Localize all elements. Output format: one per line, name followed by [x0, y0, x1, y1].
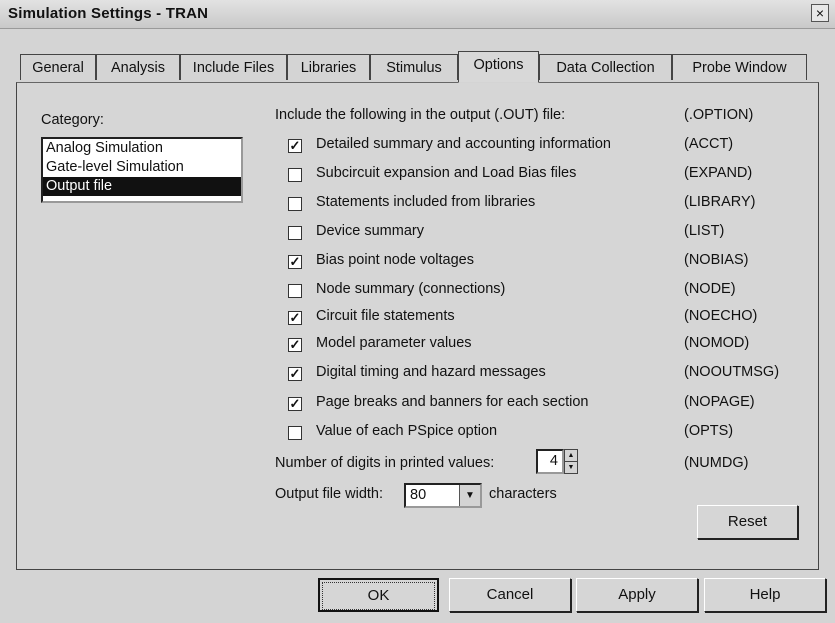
- tab-probe-window[interactable]: Probe Window: [672, 54, 807, 80]
- option-row-noecho: ✓ Circuit file statements (NOECHO): [288, 306, 808, 332]
- category-label: Category:: [41, 112, 104, 128]
- checkbox-nopage[interactable]: ✓: [288, 397, 302, 411]
- output-heading: Include the following in the output (.OU…: [275, 107, 566, 123]
- category-item-output-file[interactable]: Output file: [43, 177, 241, 196]
- option-code: (NOMOD): [684, 335, 750, 351]
- category-item-analog[interactable]: Analog Simulation: [43, 139, 241, 158]
- apply-button[interactable]: Apply: [576, 578, 698, 612]
- option-label: Bias point node voltages: [316, 252, 474, 268]
- tab-analysis[interactable]: Analysis: [96, 54, 180, 80]
- option-row-acct: ✓ Detailed summary and accounting inform…: [288, 134, 808, 160]
- ok-button[interactable]: OK: [318, 578, 439, 612]
- category-item-gate-level[interactable]: Gate-level Simulation: [43, 158, 241, 177]
- option-code: (LIBRARY): [684, 194, 756, 210]
- width-select[interactable]: 80 ▼: [404, 483, 482, 508]
- checkbox-nomod[interactable]: ✓: [288, 338, 302, 352]
- option-code: (OPTS): [684, 423, 734, 439]
- tab-stimulus[interactable]: Stimulus: [370, 54, 458, 80]
- option-code: (LIST): [684, 223, 725, 239]
- checkbox-acct[interactable]: ✓: [288, 139, 302, 153]
- tab-general[interactable]: General: [20, 54, 96, 80]
- spin-up-icon[interactable]: ▲: [565, 450, 577, 462]
- window-title: Simulation Settings - TRAN: [8, 5, 209, 22]
- width-suffix: characters: [489, 486, 557, 502]
- checkbox-library[interactable]: [288, 197, 302, 211]
- checkbox-list[interactable]: [288, 226, 302, 240]
- option-row-opts: Value of each PSpice option (OPTS): [288, 421, 808, 447]
- option-label: Detailed summary and accounting informat…: [316, 136, 611, 152]
- close-icon[interactable]: ×: [811, 4, 829, 22]
- option-row-nomod: ✓ Model parameter values (NOMOD): [288, 333, 808, 359]
- checkbox-node[interactable]: [288, 284, 302, 298]
- cancel-button[interactable]: Cancel: [449, 578, 571, 612]
- option-label: Model parameter values: [316, 335, 472, 351]
- checkbox-nobias[interactable]: ✓: [288, 255, 302, 269]
- help-button[interactable]: Help: [704, 578, 826, 612]
- checkbox-nooutmsg[interactable]: ✓: [288, 367, 302, 381]
- digits-label: Number of digits in printed values:: [275, 455, 495, 471]
- option-row-nobias: ✓ Bias point node voltages (NOBIAS): [288, 250, 808, 276]
- chevron-down-icon[interactable]: ▼: [459, 485, 480, 506]
- width-label: Output file width:: [275, 486, 383, 502]
- output-heading-code: (.OPTION): [684, 107, 754, 123]
- checkbox-opts[interactable]: [288, 426, 302, 440]
- option-label: Value of each PSpice option: [316, 423, 498, 439]
- option-label: Circuit file statements: [316, 308, 455, 324]
- reset-button[interactable]: Reset: [697, 505, 798, 539]
- option-row-nopage: ✓ Page breaks and banners for each secti…: [288, 392, 808, 418]
- spin-down-icon[interactable]: ▼: [565, 462, 577, 473]
- checkbox-noecho[interactable]: ✓: [288, 311, 302, 325]
- option-code: (EXPAND): [684, 165, 753, 181]
- digits-spinner[interactable]: ▲ ▼: [564, 449, 578, 474]
- tab-libraries[interactable]: Libraries: [287, 54, 370, 80]
- option-row-expand: Subcircuit expansion and Load Bias files…: [288, 163, 808, 189]
- digits-code: (NUMDG): [684, 455, 749, 471]
- option-label: Page breaks and banners for each section: [316, 394, 589, 410]
- digits-input[interactable]: 4: [536, 449, 564, 474]
- option-row-nooutmsg: ✓ Digital timing and hazard messages (NO…: [288, 362, 808, 388]
- category-list[interactable]: Analog Simulation Gate-level Simulation …: [41, 137, 243, 203]
- tab-include-files[interactable]: Include Files: [180, 54, 287, 80]
- option-code: (ACCT): [684, 136, 734, 152]
- option-row-library: Statements included from libraries (LIBR…: [288, 192, 808, 218]
- option-label: Digital timing and hazard messages: [316, 364, 546, 380]
- option-code: (NODE): [684, 281, 736, 297]
- option-label: Subcircuit expansion and Load Bias files: [316, 165, 577, 181]
- tab-data-collection[interactable]: Data Collection: [539, 54, 672, 80]
- option-row-list: Device summary (LIST): [288, 221, 808, 247]
- option-label: Device summary: [316, 223, 424, 239]
- option-code: (NOOUTMSG): [684, 364, 780, 380]
- option-row-node: Node summary (connections) (NODE): [288, 279, 808, 305]
- option-code: (NOPAGE): [684, 394, 755, 410]
- width-value: 80: [410, 487, 427, 503]
- option-label: Node summary (connections): [316, 281, 506, 297]
- checkbox-expand[interactable]: [288, 168, 302, 182]
- title-bar: Simulation Settings - TRAN ×: [0, 0, 835, 29]
- option-label: Statements included from libraries: [316, 194, 536, 210]
- tab-options[interactable]: Options: [458, 51, 539, 83]
- option-code: (NOBIAS): [684, 252, 749, 268]
- ok-button-label: OK: [322, 582, 435, 610]
- option-code: (NOECHO): [684, 308, 758, 324]
